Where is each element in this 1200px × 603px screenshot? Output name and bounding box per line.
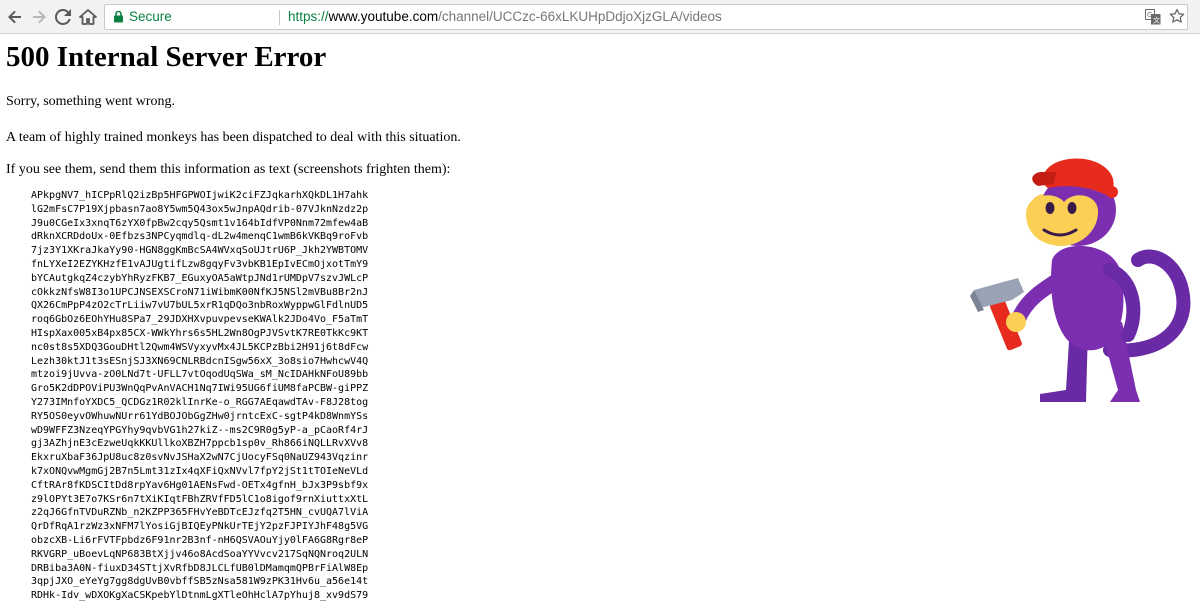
sorry-message: Sorry, something went wrong. — [6, 94, 176, 109]
browser-toolbar: Secure https://www.youtube.com/channel/U… — [0, 0, 1200, 34]
lock-icon — [113, 10, 124, 26]
instructions-message: If you see them, send them this informat… — [6, 162, 451, 177]
secure-label: Secure — [129, 9, 172, 24]
monkey-with-hammer-illustration — [960, 150, 1200, 415]
url-path: /channel/UCCzc-66xLKUHpDdjoXjzGLA/videos — [438, 9, 722, 24]
svg-text:G: G — [1147, 11, 1152, 19]
forward-arrow-icon[interactable] — [28, 6, 50, 28]
star-icon[interactable] — [1169, 8, 1185, 27]
url-host: www.youtube.com — [328, 9, 439, 24]
back-arrow-icon[interactable] — [4, 6, 26, 28]
omnibox-divider — [279, 10, 280, 25]
error-info-block[interactable]: APkpgNV7_hICPpRlQ2izBp5HFGPWOIjwiK2ciFZJ… — [31, 189, 368, 603]
translate-icon[interactable]: G文 — [1145, 9, 1161, 28]
url-text[interactable]: https://www.youtube.com/channel/UCCzc-66… — [288, 9, 722, 24]
url-scheme: https:// — [288, 9, 329, 24]
svg-text:文: 文 — [1153, 16, 1160, 25]
monkeys-message: A team of highly trained monkeys has bee… — [6, 130, 461, 145]
page-title: 500 Internal Server Error — [6, 41, 327, 73]
home-icon[interactable] — [77, 6, 99, 28]
reload-icon[interactable] — [52, 6, 74, 28]
address-bar[interactable]: Secure https://www.youtube.com/channel/U… — [104, 4, 1188, 30]
